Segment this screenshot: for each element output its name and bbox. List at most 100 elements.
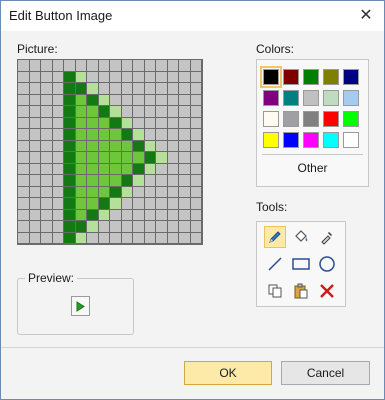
color-swatch[interactable] (283, 90, 299, 106)
pixel-cell[interactable] (133, 60, 144, 71)
pixel-cell[interactable] (190, 209, 201, 220)
pixel-cell[interactable] (179, 175, 190, 186)
pixel-cell[interactable] (41, 129, 52, 140)
pixel-cell[interactable] (133, 129, 144, 140)
pixel-cell[interactable] (121, 83, 132, 94)
pixel-cell[interactable] (87, 140, 98, 151)
pixel-cell[interactable] (190, 198, 201, 209)
pixel-cell[interactable] (98, 198, 109, 209)
pixel-cell[interactable] (29, 106, 40, 117)
pixel-cell[interactable] (18, 209, 29, 220)
pixel-cell[interactable] (75, 163, 86, 174)
pixel-cell[interactable] (75, 232, 86, 243)
pixel-cell[interactable] (75, 71, 86, 82)
pixel-cell[interactable] (18, 129, 29, 140)
pixel-cell[interactable] (179, 163, 190, 174)
pixel-cell[interactable] (144, 209, 155, 220)
pixel-cell[interactable] (98, 140, 109, 151)
pixel-cell[interactable] (190, 60, 201, 71)
pixel-cell[interactable] (110, 152, 121, 163)
pixel-cell[interactable] (144, 221, 155, 232)
color-swatch[interactable] (283, 111, 299, 127)
pixel-cell[interactable] (179, 209, 190, 220)
pixel-cell[interactable] (156, 163, 167, 174)
pixel-cell[interactable] (144, 60, 155, 71)
pixel-cell[interactable] (110, 198, 121, 209)
pixel-cell[interactable] (64, 83, 75, 94)
pixel-cell[interactable] (167, 94, 178, 105)
pixel-cell[interactable] (75, 152, 86, 163)
pixel-cell[interactable] (133, 175, 144, 186)
pixel-cell[interactable] (110, 117, 121, 128)
color-swatch[interactable] (323, 69, 339, 85)
pixel-cell[interactable] (75, 198, 86, 209)
pixel-cell[interactable] (52, 60, 63, 71)
pixel-cell[interactable] (52, 106, 63, 117)
pixel-cell[interactable] (190, 140, 201, 151)
pixel-cell[interactable] (98, 106, 109, 117)
pixel-cell[interactable] (75, 106, 86, 117)
pixel-cell[interactable] (144, 94, 155, 105)
pixel-cell[interactable] (167, 83, 178, 94)
pixel-cell[interactable] (87, 83, 98, 94)
pixel-cell[interactable] (179, 140, 190, 151)
pixel-cell[interactable] (133, 106, 144, 117)
pixel-cell[interactable] (64, 175, 75, 186)
pixel-cell[interactable] (156, 117, 167, 128)
pixel-cell[interactable] (121, 163, 132, 174)
pixel-cell[interactable] (87, 198, 98, 209)
pixel-cell[interactable] (144, 106, 155, 117)
color-swatch[interactable] (343, 90, 359, 106)
pixel-cell[interactable] (133, 221, 144, 232)
pixel-cell[interactable] (133, 94, 144, 105)
pixel-cell[interactable] (41, 117, 52, 128)
color-swatch[interactable] (323, 90, 339, 106)
pixel-cell[interactable] (41, 94, 52, 105)
pixel-cell[interactable] (29, 83, 40, 94)
pixel-cell[interactable] (64, 152, 75, 163)
pixel-cell[interactable] (179, 198, 190, 209)
pixel-cell[interactable] (121, 221, 132, 232)
pixel-cell[interactable] (190, 232, 201, 243)
pixel-cell[interactable] (190, 83, 201, 94)
pixel-cell[interactable] (144, 175, 155, 186)
pixel-cell[interactable] (41, 175, 52, 186)
pixel-cell[interactable] (18, 232, 29, 243)
line-tool-button[interactable] (264, 253, 286, 275)
pixel-cell[interactable] (121, 106, 132, 117)
pixel-cell[interactable] (156, 209, 167, 220)
pixel-cell[interactable] (87, 175, 98, 186)
pixel-cell[interactable] (87, 60, 98, 71)
pixel-cell[interactable] (133, 186, 144, 197)
color-swatch[interactable] (283, 132, 299, 148)
pixel-cell[interactable] (18, 140, 29, 151)
pixel-cell[interactable] (87, 232, 98, 243)
pixel-cell[interactable] (144, 71, 155, 82)
pixel-cell[interactable] (133, 163, 144, 174)
pixel-cell[interactable] (121, 117, 132, 128)
color-swatch[interactable] (263, 90, 279, 106)
pixel-cell[interactable] (75, 209, 86, 220)
pixel-cell[interactable] (18, 221, 29, 232)
delete-tool-button[interactable] (316, 280, 338, 302)
pixel-cell[interactable] (18, 60, 29, 71)
pixel-cell[interactable] (144, 83, 155, 94)
pixel-cell[interactable] (190, 71, 201, 82)
pixel-cell[interactable] (179, 83, 190, 94)
pixel-cell[interactable] (29, 117, 40, 128)
pixel-cell[interactable] (52, 198, 63, 209)
pixel-cell[interactable] (110, 83, 121, 94)
pixel-cell[interactable] (133, 83, 144, 94)
pixel-cell[interactable] (179, 106, 190, 117)
pixel-cell[interactable] (18, 186, 29, 197)
pixel-cell[interactable] (121, 232, 132, 243)
pixel-cell[interactable] (98, 163, 109, 174)
pixel-cell[interactable] (29, 94, 40, 105)
pixel-cell[interactable] (41, 152, 52, 163)
pixel-cell[interactable] (144, 117, 155, 128)
pixel-cell[interactable] (64, 232, 75, 243)
pixel-cell[interactable] (144, 152, 155, 163)
pixel-cell[interactable] (41, 163, 52, 174)
pixel-cell[interactable] (64, 221, 75, 232)
pixel-cell[interactable] (190, 152, 201, 163)
